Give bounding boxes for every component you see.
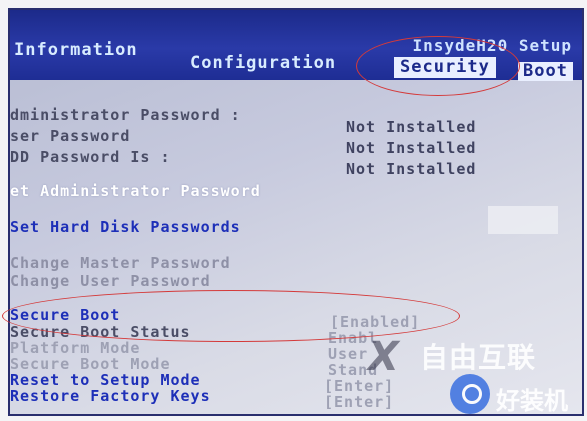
watermark-brand: 自由互联 — [420, 341, 537, 374]
change-user-password-item[interactable]: Change User Password — [10, 272, 211, 290]
watermark-x-logo: X — [368, 334, 399, 380]
hdd-password-value: Not Installed — [346, 160, 477, 178]
watermark-site-name: 好装机 — [496, 387, 568, 415]
tab-information[interactable]: Information — [14, 40, 138, 60]
vendor-title: InsydeH20 Setup — [412, 36, 572, 55]
watermark-logo-icon — [450, 374, 490, 414]
hdd-password-label: DD Password Is : — [10, 148, 171, 166]
user-password-value: Not Installed — [346, 139, 477, 157]
tab-security[interactable]: Security — [394, 57, 496, 78]
admin-password-value: Not Installed — [346, 118, 477, 136]
set-hdd-passwords-item[interactable]: Set Hard Disk Passwords — [10, 218, 241, 236]
user-password-label: ser Password — [10, 127, 131, 145]
tab-configuration[interactable]: Configuration — [190, 53, 336, 73]
set-admin-password-item[interactable]: et Administrator Password — [10, 182, 261, 200]
restore-factory-keys-item[interactable]: Restore Factory Keys — [10, 387, 211, 405]
tab-boot[interactable]: Boot — [518, 62, 573, 81]
secure-boot-label[interactable]: Secure Boot — [10, 306, 120, 324]
restore-factory-keys-value[interactable]: [Enter] — [324, 393, 394, 411]
change-master-password-item[interactable]: Change Master Password — [10, 254, 231, 272]
admin-password-label: dministrator Password : — [10, 106, 241, 124]
blurred-region — [488, 206, 558, 234]
